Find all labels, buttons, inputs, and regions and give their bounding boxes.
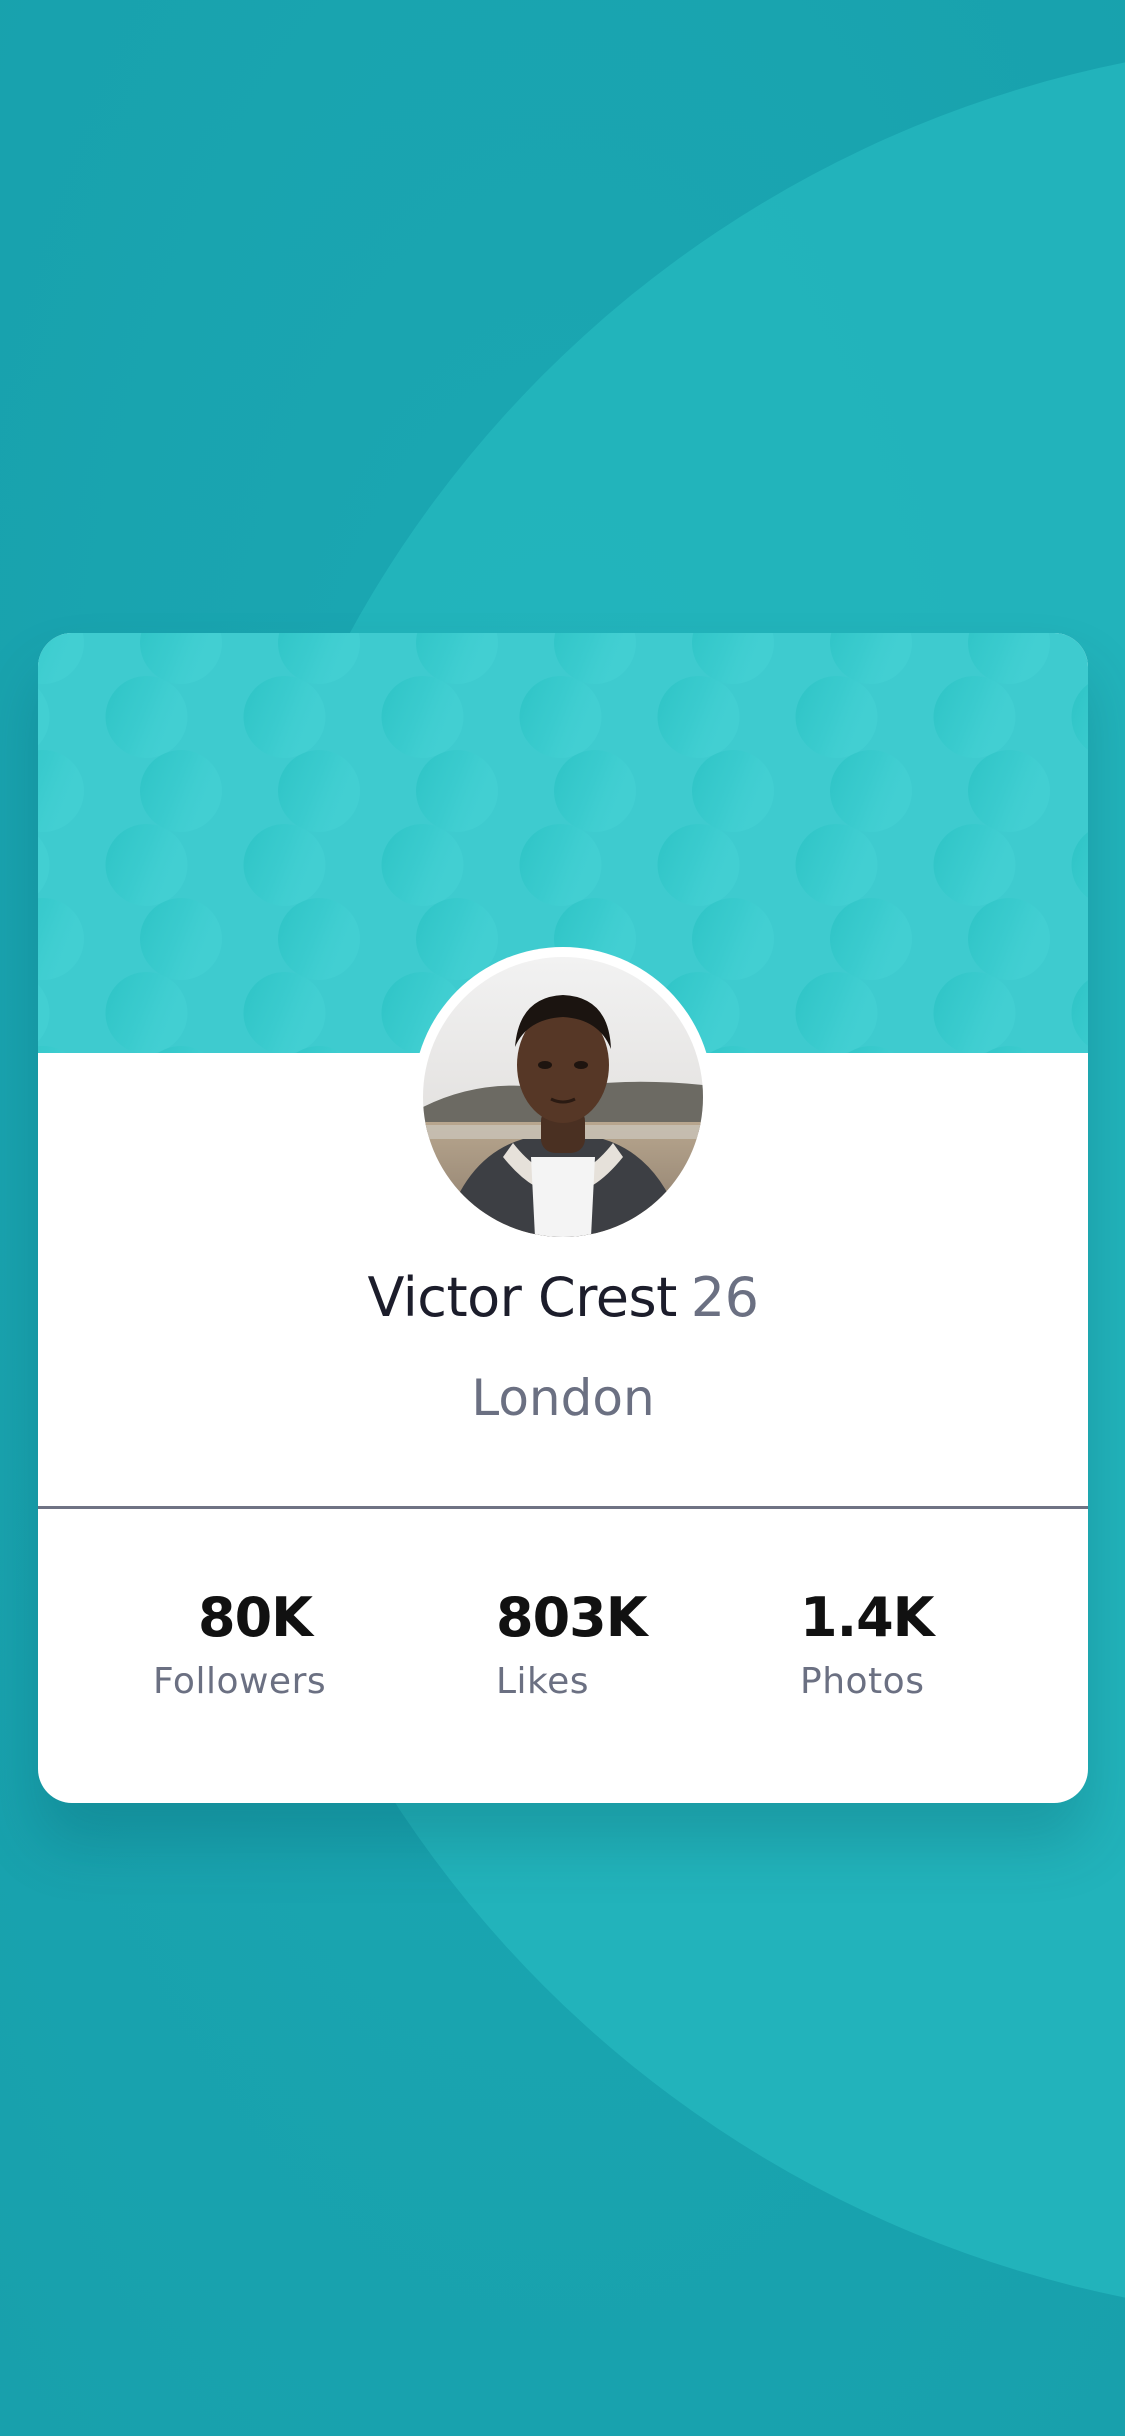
header-bubble — [933, 824, 1016, 906]
header-bubble — [830, 898, 912, 980]
header-bubble — [692, 750, 774, 832]
header-bubble — [933, 676, 1016, 758]
stat-followers-label: Followers — [153, 1661, 327, 1702]
header-bubble — [278, 750, 360, 832]
header-bubble — [795, 824, 878, 906]
header-bubble — [105, 824, 188, 906]
header-bubble — [381, 824, 464, 906]
header-bubble — [830, 750, 912, 832]
stat-followers[interactable]: 80K Followers — [153, 1583, 413, 1707]
header-bubble — [105, 972, 188, 1053]
header-bubble — [140, 898, 222, 980]
header-bubble — [968, 750, 1050, 832]
avatar[interactable] — [423, 957, 703, 1237]
stat-likes-label: Likes — [496, 1661, 590, 1702]
header-bubble — [140, 750, 222, 832]
profile-age: 26 — [690, 1266, 759, 1329]
header-bubble — [243, 824, 326, 906]
header-bubble — [933, 972, 1016, 1053]
header-bubble — [657, 824, 740, 906]
header-bubble — [381, 676, 464, 758]
header-bubble — [416, 750, 498, 832]
header-bubble — [519, 676, 602, 758]
stat-likes[interactable]: 803K Likes — [496, 1583, 756, 1707]
header-bubble — [554, 750, 636, 832]
stat-photos-value: 1.4K — [800, 1586, 935, 1649]
profile-name-row: Victor Crest 26 — [38, 1263, 1088, 1333]
profile-name: Victor Crest — [367, 1266, 678, 1329]
profile-location: London — [471, 1369, 655, 1427]
avatar-frame — [413, 947, 713, 1247]
stat-likes-value: 803K — [496, 1586, 648, 1649]
stat-photos[interactable]: 1.4K Photos — [800, 1583, 1060, 1707]
profile-photo — [423, 957, 703, 1237]
header-bubble — [243, 676, 326, 758]
header-bubble — [243, 972, 326, 1053]
stat-followers-value: 80K — [198, 1586, 313, 1649]
stat-photos-label: Photos — [800, 1661, 925, 1702]
card-divider — [38, 1506, 1088, 1509]
header-bubble — [657, 676, 740, 758]
header-bubble — [795, 972, 878, 1053]
header-bubble — [519, 824, 602, 906]
profile-card: Victor Crest 26 London 80K Followers 803K… — [38, 633, 1088, 1803]
header-bubble — [968, 898, 1050, 980]
header-bubble — [692, 898, 774, 980]
header-bubble — [278, 898, 360, 980]
header-bubble — [105, 676, 188, 758]
header-bubble — [795, 676, 878, 758]
